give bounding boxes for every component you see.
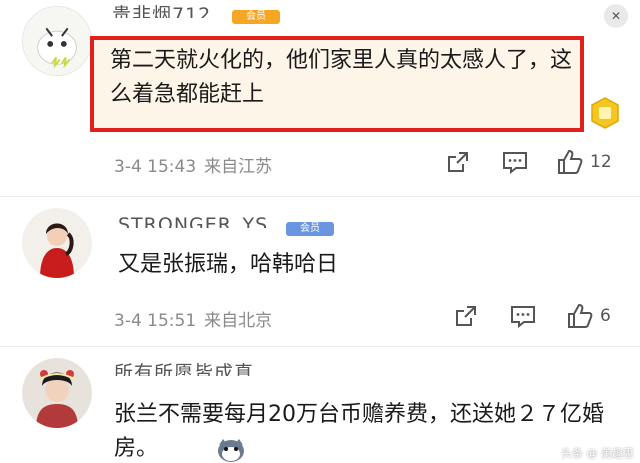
comment-meta: 3-4 15:43 来自江苏: [114, 152, 272, 177]
like-count: 12: [590, 152, 612, 172]
reply-button[interactable]: [502, 150, 528, 174]
member-badge: 会员: [232, 10, 280, 24]
like-count: 6: [600, 306, 611, 326]
comment-text: 又是张振瑞，哈韩哈日: [118, 252, 339, 277]
member-badge: 会员: [286, 222, 334, 236]
close-icon: ✕: [610, 9, 622, 23]
comment-time: 3-4 15:43: [114, 157, 197, 177]
like-button[interactable]: 6: [566, 302, 611, 330]
share-button[interactable]: [446, 150, 470, 174]
username[interactable]: 所有所愿皆成真: [114, 360, 284, 376]
husky-emoji-icon: [218, 439, 244, 462]
like-button[interactable]: 12: [556, 148, 612, 176]
avatar[interactable]: [22, 6, 92, 76]
comment-feed: ✕ 贵非烟712 会员 第二天就火化的，他们家里人真的太感人了，这么着急都能赶上…: [0, 0, 640, 463]
coin-icon: [591, 97, 619, 129]
username[interactable]: STRONGER_YS: [118, 212, 288, 228]
divider: [0, 346, 640, 347]
comment-location: 来自北京: [204, 311, 273, 331]
share-icon: [456, 306, 476, 326]
username[interactable]: 贵非烟712: [112, 2, 232, 18]
comment-time: 3-4 15:51: [114, 311, 197, 331]
comment-location: 来自江苏: [204, 157, 273, 177]
share-button[interactable]: [454, 304, 478, 328]
reply-button[interactable]: [510, 304, 536, 328]
thumbs-up-icon: [558, 149, 583, 174]
comment-text: 张兰不需要每月20万台币赡养费，还送她２７亿婚房。: [114, 402, 604, 461]
thumbs-up-icon: [568, 303, 593, 328]
watermark: 头条 @ 美趣思: [561, 447, 634, 460]
divider: [0, 196, 640, 197]
avatar[interactable]: [22, 358, 92, 428]
share-icon: [448, 152, 468, 172]
comment-icon: [503, 152, 527, 174]
comment-meta: 3-4 15:51 来自北京: [114, 306, 272, 331]
comment-text: 第二天就火化的，他们家里人真的太感人了，这么着急都能赶上: [110, 48, 573, 107]
avatar[interactable]: [22, 208, 92, 278]
comment-icon: [511, 306, 535, 328]
close-button[interactable]: ✕: [604, 4, 628, 28]
